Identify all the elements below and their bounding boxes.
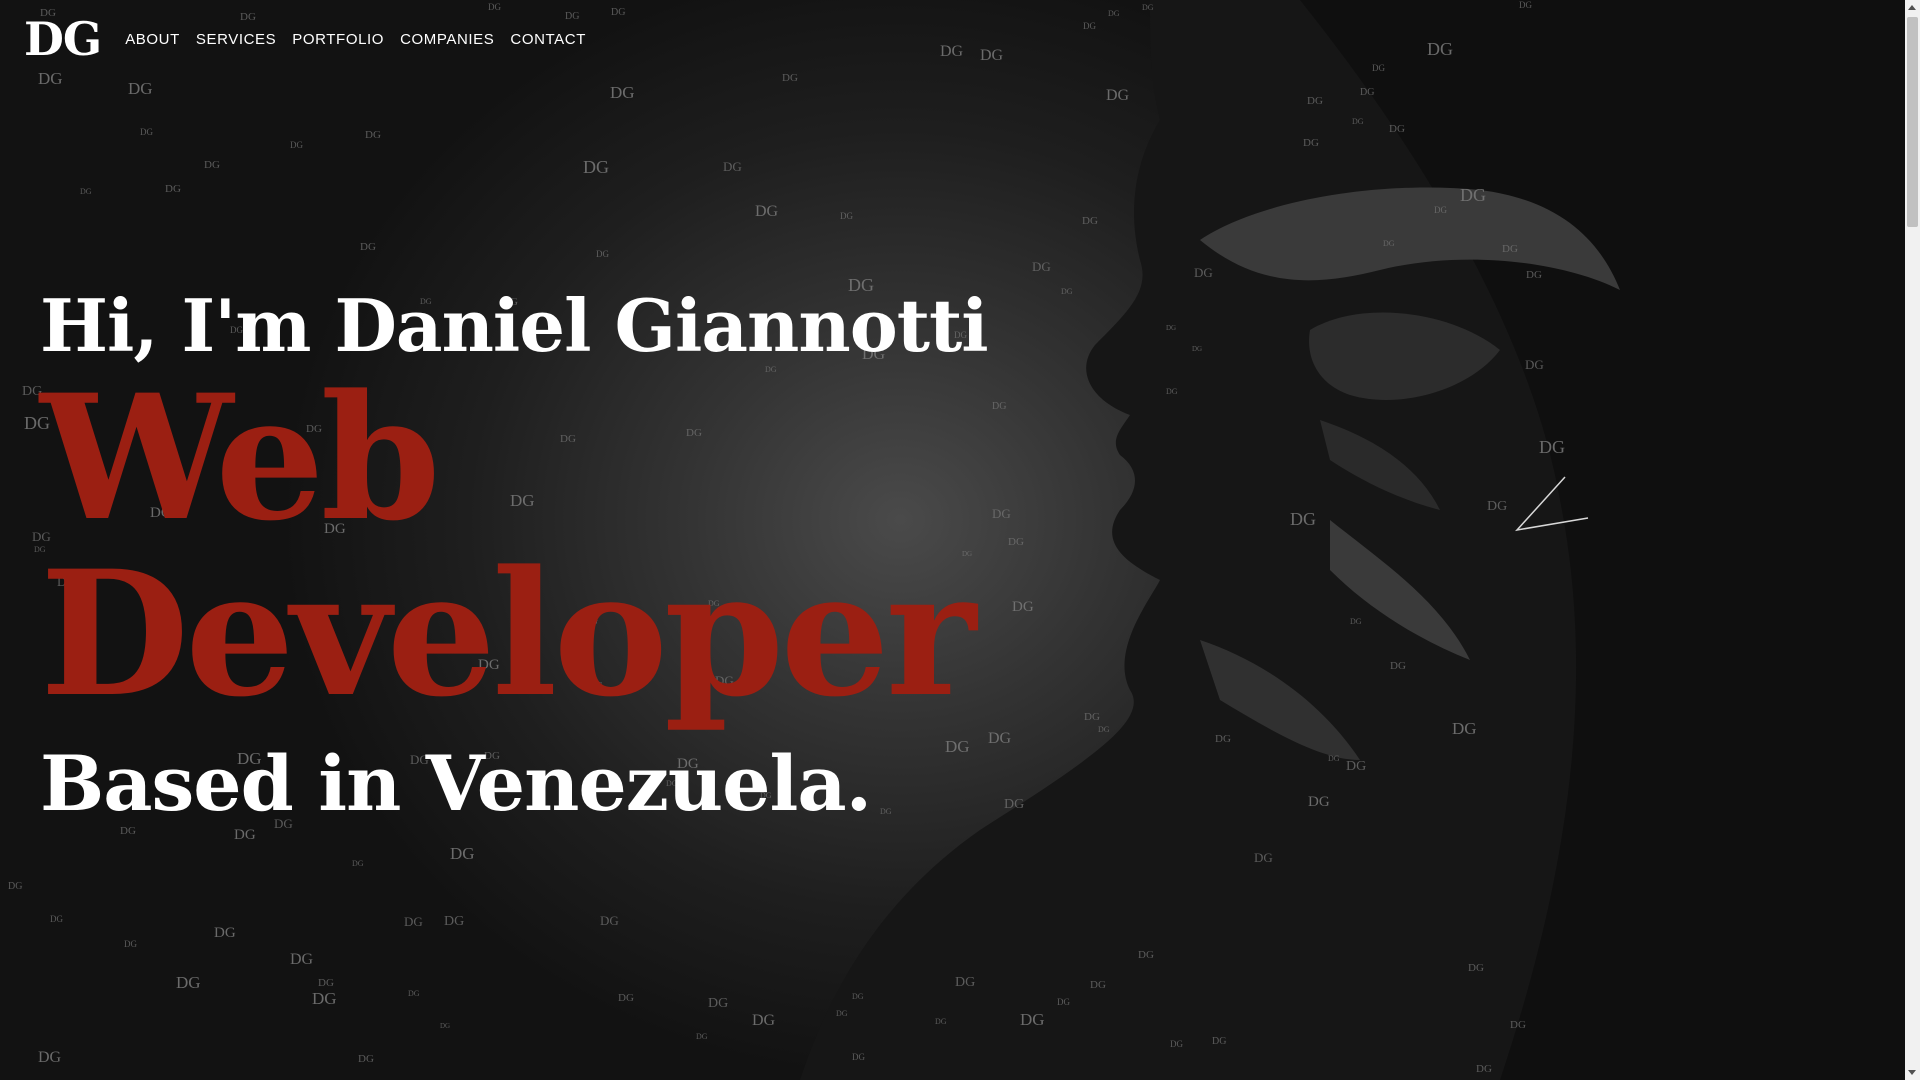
hero-greeting: Hi, I'm Daniel Giannotti bbox=[40, 283, 989, 368]
nav-services[interactable]: SERVICES bbox=[196, 31, 276, 48]
site-logo[interactable]: DG bbox=[24, 16, 102, 62]
nav-contact[interactable]: CONTACT bbox=[510, 31, 586, 48]
vertical-scrollbar[interactable] bbox=[1905, 0, 1920, 1080]
hero-role-line-1: Web bbox=[40, 356, 441, 559]
scrollbar-thumb[interactable] bbox=[1907, 17, 1918, 227]
hero-location: Based in Venezuela. bbox=[40, 739, 872, 828]
hero-role-line-2: Developer bbox=[40, 532, 976, 735]
scroll-up-arrow-icon[interactable] bbox=[1908, 5, 1916, 10]
nav-companies[interactable]: COMPANIES bbox=[400, 31, 494, 48]
hero-role: Web Developer bbox=[40, 370, 988, 722]
top-navigation: DG ABOUT SERVICES PORTFOLIO COMPANIES CO… bbox=[24, 16, 586, 62]
scroll-down-arrow-icon[interactable] bbox=[1908, 1070, 1916, 1075]
main-nav: ABOUT SERVICES PORTFOLIO COMPANIES CONTA… bbox=[125, 31, 586, 48]
nav-about[interactable]: ABOUT bbox=[125, 31, 180, 48]
nav-portfolio[interactable]: PORTFOLIO bbox=[292, 31, 384, 48]
page: DG DG DG DG DG DG DG DG DG DG DG DG DG DG DG DG DG DG DG DG… bbox=[0, 0, 1920, 1080]
hero-section: Hi, I'm Daniel Giannotti Web Developer B… bbox=[40, 283, 989, 828]
